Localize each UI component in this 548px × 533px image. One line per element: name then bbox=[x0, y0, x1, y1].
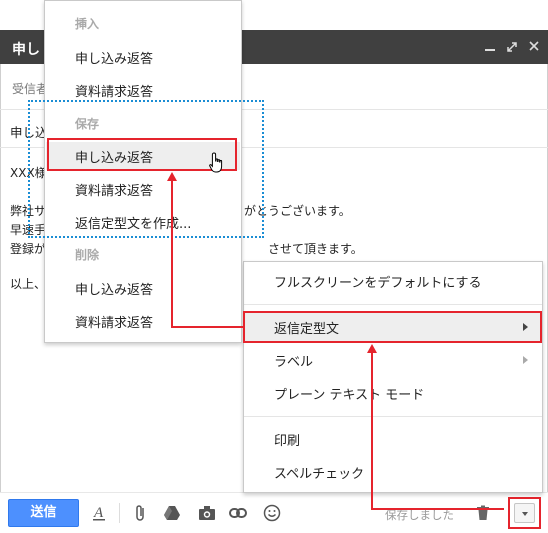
compose-title: 申し bbox=[12, 42, 40, 58]
drive-icon[interactable] bbox=[162, 503, 182, 523]
menu-item-print[interactable]: 印刷 bbox=[244, 424, 542, 454]
annotation-line bbox=[171, 181, 173, 328]
menu-item-label: ラベル bbox=[274, 355, 314, 370]
menu-item-labels[interactable]: ラベル bbox=[244, 345, 542, 375]
minimize-icon[interactable] bbox=[484, 39, 496, 53]
hand-pointer-icon bbox=[209, 152, 225, 178]
menu-item-label: 印刷 bbox=[274, 434, 301, 449]
insert-item[interactable]: 資料請求返答 bbox=[75, 81, 153, 100]
menu-item-label: フルスクリーンをデフォルトにする bbox=[274, 276, 482, 291]
toolbar-divider bbox=[119, 503, 120, 523]
annotation-arrowhead bbox=[367, 344, 377, 353]
menu-item-label: プレーン テキスト モード bbox=[274, 388, 425, 403]
body-line[interactable]: 以上、 bbox=[10, 275, 46, 292]
send-button[interactable]: 送信 bbox=[8, 499, 79, 527]
camera-icon[interactable] bbox=[197, 503, 217, 523]
body-line-tail[interactable]: させて頂きます。 bbox=[268, 240, 363, 257]
red-highlight-canned-responses bbox=[243, 311, 542, 343]
close-icon[interactable] bbox=[528, 39, 540, 53]
text-format-icon[interactable]: A bbox=[89, 503, 109, 523]
menu-item-spellcheck[interactable]: スペルチェック bbox=[244, 457, 542, 487]
recipients-label: 受信者 bbox=[12, 82, 49, 96]
insert-header: 挿入 bbox=[75, 17, 100, 31]
more-options-button[interactable] bbox=[508, 497, 541, 529]
compose-toolbar: 送信 A 保存しました bbox=[0, 492, 548, 533]
menu-divider bbox=[244, 304, 542, 305]
body-line[interactable]: 登録が bbox=[10, 240, 46, 257]
annotation-line bbox=[371, 508, 504, 510]
more-options-inner[interactable] bbox=[514, 503, 535, 523]
menu-divider bbox=[244, 416, 542, 417]
expand-icon[interactable] bbox=[506, 39, 518, 53]
annotation-line bbox=[171, 326, 244, 328]
annotation-arrowhead bbox=[167, 172, 177, 181]
delete-header: 削除 bbox=[75, 248, 100, 262]
menu-item-plain-text-mode[interactable]: プレーン テキスト モード bbox=[244, 378, 542, 408]
submenu-arrow-icon bbox=[523, 356, 528, 364]
delete-item[interactable]: 資料請求返答 bbox=[75, 312, 153, 331]
menu-item-fullscreen-default[interactable]: フルスクリーンをデフォルトにする bbox=[244, 266, 542, 296]
link-icon[interactable] bbox=[228, 503, 248, 523]
attach-icon[interactable] bbox=[131, 503, 151, 523]
trash-icon[interactable] bbox=[473, 503, 493, 523]
menu-item-label: スペルチェック bbox=[274, 467, 365, 482]
annotation-line bbox=[371, 353, 373, 510]
caret-down-icon bbox=[522, 512, 528, 516]
delete-item[interactable]: 申し込み返答 bbox=[75, 279, 153, 298]
svg-text:A: A bbox=[93, 505, 104, 521]
emoji-icon[interactable] bbox=[262, 503, 282, 523]
more-options-menu: フルスクリーンをデフォルトにする 返信定型文 ラベル プレーン テキスト モード… bbox=[243, 261, 543, 493]
insert-item[interactable]: 申し込み返答 bbox=[75, 48, 153, 67]
